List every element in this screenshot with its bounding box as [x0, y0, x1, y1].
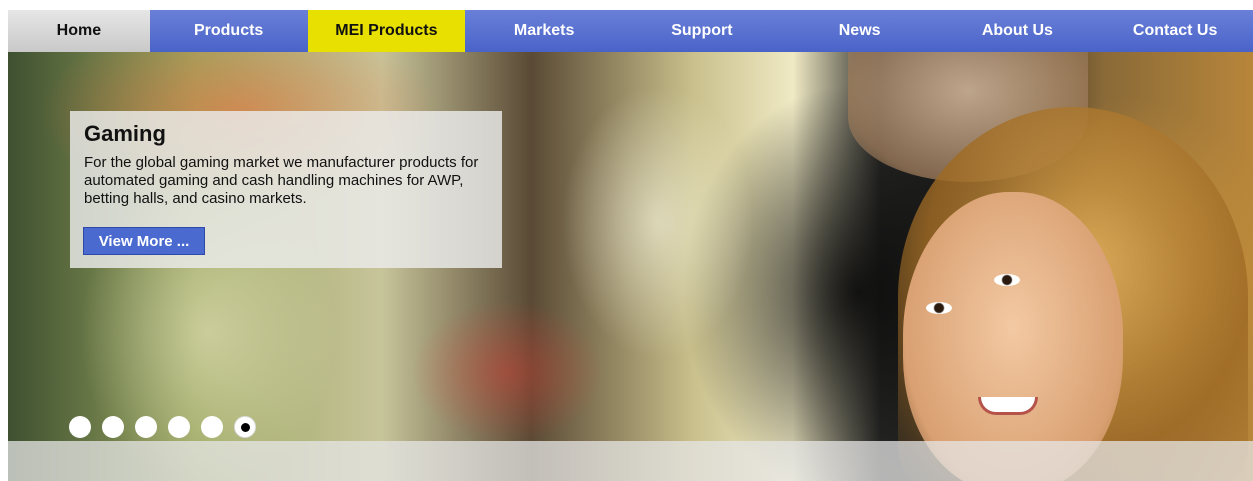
- eye-right: [994, 274, 1020, 286]
- hero-photo-woman: [903, 192, 1123, 481]
- eye-left: [926, 302, 952, 314]
- view-more-button[interactable]: View More ...: [83, 227, 205, 255]
- carousel-dots: [69, 416, 256, 438]
- carousel-dot-3[interactable]: [135, 416, 157, 438]
- hero-title: Gaming: [84, 121, 166, 146]
- hero-info-box: Gaming For the global gaming market we m…: [70, 111, 502, 268]
- carousel-bar: [8, 441, 1253, 481]
- main-nav: Home Products MEI Products Markets Suppo…: [8, 10, 1253, 52]
- nav-home[interactable]: Home: [8, 10, 150, 52]
- page-frame: Home Products MEI Products Markets Suppo…: [8, 10, 1253, 481]
- nav-mei-products[interactable]: MEI Products: [307, 10, 466, 52]
- carousel-dot-5[interactable]: [201, 416, 223, 438]
- smile: [978, 397, 1038, 415]
- carousel-dot-1[interactable]: [69, 416, 91, 438]
- carousel-dot-4[interactable]: [168, 416, 190, 438]
- hero-description: For the global gaming market we manufact…: [84, 154, 479, 207]
- nav-news[interactable]: News: [781, 10, 939, 52]
- carousel-dot-6[interactable]: [234, 416, 256, 438]
- nav-markets[interactable]: Markets: [465, 10, 623, 52]
- nav-products[interactable]: Products: [150, 10, 308, 52]
- nav-support[interactable]: Support: [623, 10, 781, 52]
- nav-about-us[interactable]: About Us: [939, 10, 1097, 52]
- nav-contact-us[interactable]: Contact Us: [1096, 10, 1253, 52]
- carousel-dot-2[interactable]: [102, 416, 124, 438]
